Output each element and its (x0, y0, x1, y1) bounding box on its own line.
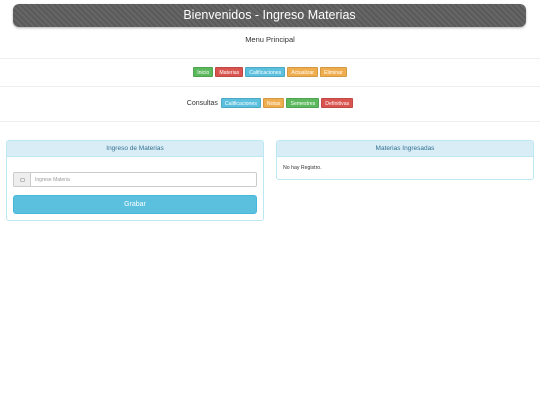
consulta-definitivas-button[interactable]: Definitivas (321, 98, 354, 108)
materia-input-group (13, 172, 257, 187)
consulta-notas-button[interactable]: Notas (262, 98, 285, 108)
consulta-calificaciones-button[interactable]: Calificaciones (220, 98, 261, 108)
materias-ingresadas-panel: Materias Ingresadas No hay Registro. (276, 140, 534, 180)
panel-heading: Materias Ingresadas (277, 141, 533, 157)
ingreso-materias-panel: Ingreso de Materias Grabar (6, 140, 264, 221)
menu-title: Menu Principal (245, 35, 295, 44)
nav-calificaciones-button[interactable]: Calificaciones (245, 67, 286, 77)
nav-eliminar-button[interactable]: Eliminar (320, 67, 347, 77)
empty-message: No hay Registro. (283, 165, 322, 171)
nav-inicio-button[interactable]: Inicio (193, 67, 214, 77)
divider (0, 121, 540, 122)
consultas-label: Consultas (186, 99, 218, 107)
panel-heading: Ingreso de Materias (7, 141, 263, 157)
input-addon (13, 172, 30, 187)
consultas-nav: Consultas Calificaciones Notas Semestres… (0, 98, 540, 108)
main-nav: Inicio Materias Calificaciones Actualiza… (0, 67, 540, 77)
page-header: Bienvenidos - Ingreso Materias (13, 4, 526, 27)
page-title: Bienvenidos - Ingreso Materias (183, 8, 356, 22)
book-icon (19, 177, 25, 182)
nav-actualizar-button[interactable]: Actualizar (287, 67, 319, 77)
consulta-semestres-button[interactable]: Semestres (286, 98, 320, 108)
grabar-button[interactable]: Grabar (13, 195, 257, 214)
nav-materias-button[interactable]: Materias (215, 67, 244, 77)
materia-input[interactable] (30, 172, 257, 187)
divider (0, 58, 540, 59)
divider (0, 86, 540, 87)
